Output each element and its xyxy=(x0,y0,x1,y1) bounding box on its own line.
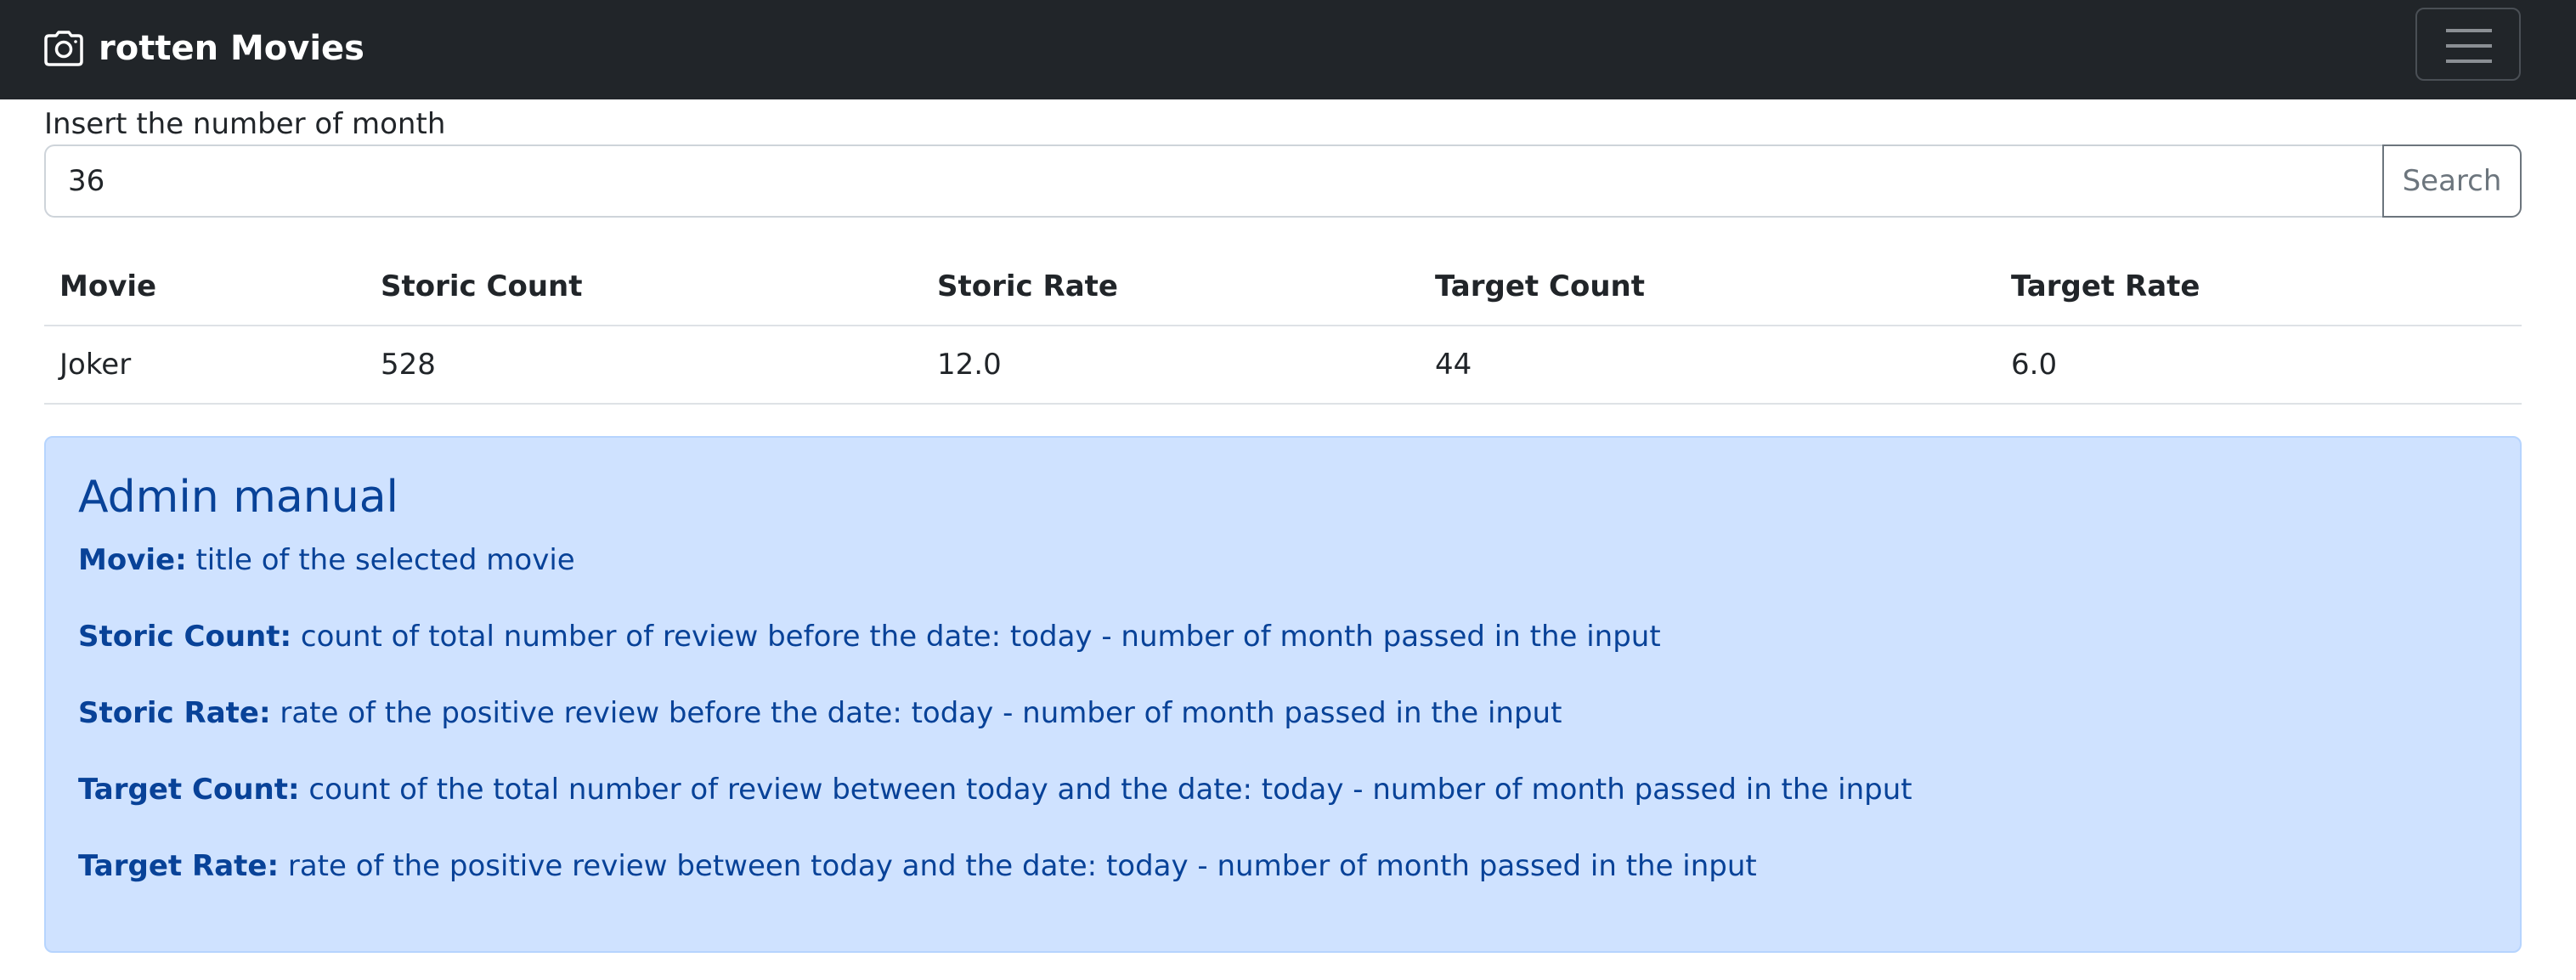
manual-desc: count of the total number of review betw… xyxy=(299,773,1912,807)
admin-manual-title: Admin manual xyxy=(78,472,398,523)
manual-item-movie: Movie: title of the selected movie xyxy=(78,541,575,579)
results-table: Movie Storic Count Storic Rate Target Co… xyxy=(44,248,2522,405)
header-target-count: Target Count xyxy=(1420,248,1996,326)
table-row: Joker 528 12.0 44 6.0 xyxy=(44,326,2522,405)
manual-desc: rate of the positive review between toda… xyxy=(279,849,1757,883)
manual-item-target-count: Target Count: count of the total number … xyxy=(78,771,1912,808)
manual-item-storic-rate: Storic Rate: rate of the positive review… xyxy=(78,694,1562,732)
brand-link[interactable]: rotten Movies xyxy=(44,24,364,73)
cell-storic-rate: 12.0 xyxy=(922,326,1420,405)
header-storic-rate: Storic Rate xyxy=(922,248,1420,326)
manual-item-storic-count: Storic Count: count of total number of r… xyxy=(78,618,1661,655)
search-button[interactable]: Search xyxy=(2382,144,2522,218)
header-movie: Movie xyxy=(44,248,365,326)
months-label: Insert the number of month xyxy=(44,107,446,141)
manual-term: Target Rate: xyxy=(78,849,280,883)
header-target-rate: Target Rate xyxy=(1996,248,2522,326)
navbar-toggler-button[interactable] xyxy=(2415,8,2521,81)
hamburger-menu-icon xyxy=(2446,29,2492,63)
manual-term: Target Count: xyxy=(78,773,300,807)
admin-manual-panel: Admin manual Movie: title of the selecte… xyxy=(44,436,2522,953)
search-input-group: Search xyxy=(44,144,2522,218)
manual-term: Movie: xyxy=(78,543,187,577)
manual-term: Storic Rate: xyxy=(78,696,271,730)
manual-item-target-rate: Target Rate: rate of the positive review… xyxy=(78,847,1757,885)
cell-target-rate: 6.0 xyxy=(1996,326,2522,405)
manual-term: Storic Count: xyxy=(78,620,292,654)
cell-target-count: 44 xyxy=(1420,326,1996,405)
manual-desc: title of the selected movie xyxy=(186,543,575,577)
cell-movie: Joker xyxy=(44,326,365,405)
header-storic-count: Storic Count xyxy=(365,248,922,326)
table-header-row: Movie Storic Count Storic Rate Target Co… xyxy=(44,248,2522,326)
camera-icon xyxy=(44,31,83,66)
months-input[interactable] xyxy=(44,144,2384,218)
manual-desc: count of total number of review before t… xyxy=(291,620,1661,654)
manual-desc: rate of the positive review before the d… xyxy=(270,696,1562,730)
navbar: rotten Movies xyxy=(0,0,2576,99)
cell-storic-count: 528 xyxy=(365,326,922,405)
brand-title: rotten Movies xyxy=(99,29,364,68)
